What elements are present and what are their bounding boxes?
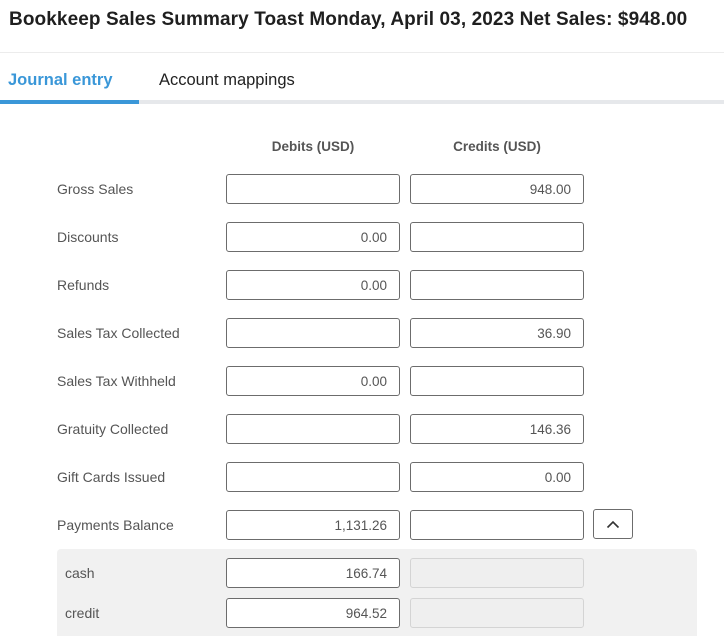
credits-column-header: Credits (USD) xyxy=(453,139,541,154)
sales-tax-collected-debit-input[interactable] xyxy=(226,318,400,348)
gift-cards-issued-credit-input[interactable] xyxy=(410,462,584,492)
gross-sales-credit-input[interactable] xyxy=(410,174,584,204)
collapse-payments-button[interactable] xyxy=(593,509,633,539)
tab-journal-entry[interactable]: Journal entry xyxy=(8,71,113,90)
row-label-gross-sales: Gross Sales xyxy=(57,181,134,197)
gift-cards-issued-debit-input[interactable] xyxy=(226,462,400,492)
tab-bar: Journal entry Account mappings xyxy=(0,53,724,104)
cash-credit-input xyxy=(410,558,584,588)
sales-tax-collected-credit-input[interactable] xyxy=(410,318,584,348)
row-label-gift-cards-issued: Gift Cards Issued xyxy=(57,469,166,485)
row-label-payments-balance: Payments Balance xyxy=(57,517,174,533)
gross-sales-debit-input[interactable] xyxy=(226,174,400,204)
payment-label-cash: cash xyxy=(65,565,95,581)
discounts-debit-input[interactable] xyxy=(226,222,400,252)
payments-balance-debit-input[interactable] xyxy=(226,510,400,540)
row-label-refunds: Refunds xyxy=(57,277,110,293)
chevron-up-icon xyxy=(606,520,620,528)
sales-tax-withheld-debit-input[interactable] xyxy=(226,366,400,396)
discounts-credit-input[interactable] xyxy=(410,222,584,252)
credit-credit-input xyxy=(410,598,584,628)
credit-debit-input[interactable] xyxy=(226,598,400,628)
gratuity-collected-credit-input[interactable] xyxy=(410,414,584,444)
cash-debit-input[interactable] xyxy=(226,558,400,588)
sales-tax-withheld-credit-input[interactable] xyxy=(410,366,584,396)
row-label-sales-tax-collected: Sales Tax Collected xyxy=(57,325,180,341)
row-label-discounts: Discounts xyxy=(57,229,119,245)
row-label-sales-tax-withheld: Sales Tax Withheld xyxy=(57,373,176,389)
row-label-gratuity-collected: Gratuity Collected xyxy=(57,421,169,437)
payment-label-credit: credit xyxy=(65,605,100,621)
tab-account-mappings[interactable]: Account mappings xyxy=(159,71,295,90)
refunds-debit-input[interactable] xyxy=(226,270,400,300)
payments-balance-credit-input[interactable] xyxy=(410,510,584,540)
page-title: Bookkeep Sales Summary Toast Monday, Apr… xyxy=(9,9,688,30)
active-tab-indicator xyxy=(0,100,139,104)
debits-column-header: Debits (USD) xyxy=(271,139,355,154)
gratuity-collected-debit-input[interactable] xyxy=(226,414,400,444)
refunds-credit-input[interactable] xyxy=(410,270,584,300)
